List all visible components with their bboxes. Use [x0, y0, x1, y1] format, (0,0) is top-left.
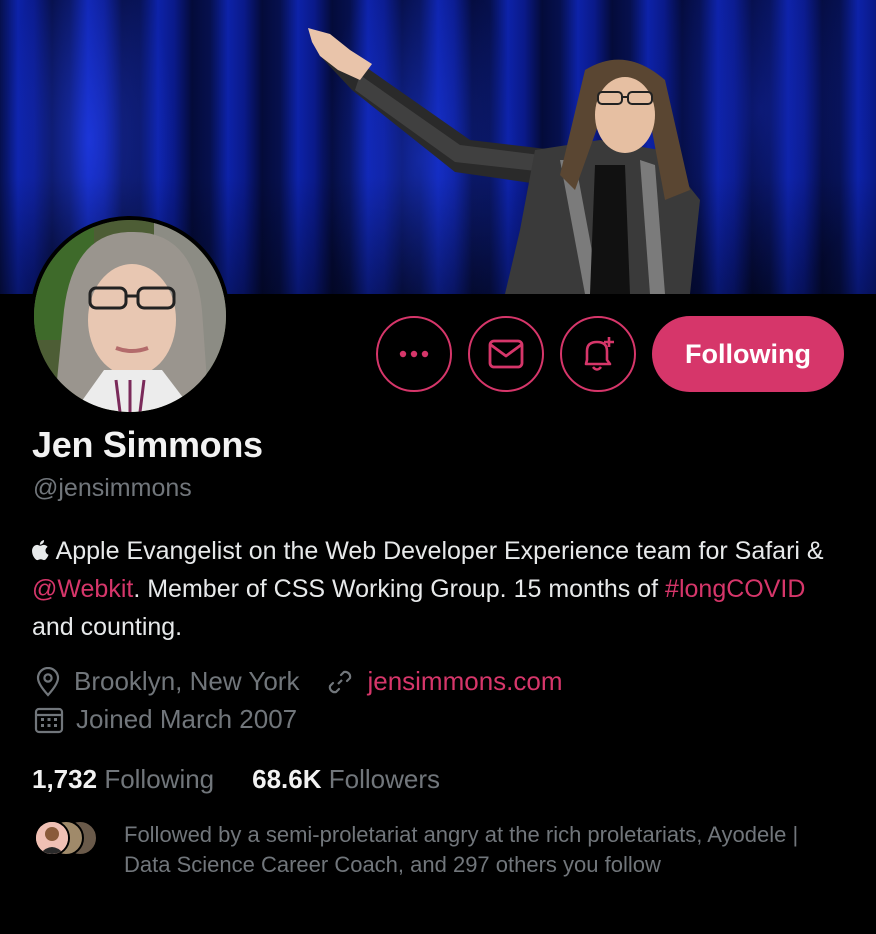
bio-text-1: Apple Evangelist on the Web Developer Ex… [50, 537, 824, 565]
following-count: 1,732 [32, 764, 98, 794]
apple-logo-icon [32, 540, 49, 561]
website-link[interactable]: jensimmons.com [367, 666, 562, 697]
more-button[interactable] [376, 316, 452, 392]
location-text: Brooklyn, New York [74, 666, 300, 696]
followers-label: Followers [328, 764, 441, 794]
profile-joined: Joined March 2007 [34, 704, 297, 735]
profile-handle: @jensimmons [33, 474, 192, 502]
followers-count-link[interactable]: 68.6K Followers [252, 764, 440, 795]
followed-by[interactable]: Followed by a semi-proletariat angry at … [34, 820, 824, 880]
followed-by-text: Followed by a semi-proletariat angry at … [124, 822, 799, 877]
bell-plus-icon [584, 337, 614, 371]
following-label: Following [104, 764, 215, 794]
location-pin-icon [36, 666, 60, 697]
profile-counts: 1,732 Following 68.6K Followers [32, 764, 478, 795]
message-button[interactable] [468, 316, 544, 392]
avatar-photo [34, 220, 226, 412]
followed-by-avatars [34, 820, 104, 856]
follower-avatar [34, 820, 70, 856]
calendar-icon [34, 707, 64, 733]
profile-actions [376, 316, 636, 392]
profile-meta-row: Brooklyn, New York jensimmons.com [34, 666, 563, 697]
following-count-link[interactable]: 1,732 Following [32, 764, 214, 795]
profile-website[interactable]: jensimmons.com [325, 666, 563, 697]
followers-count: 68.6K [252, 764, 322, 794]
following-button[interactable]: Following [652, 316, 844, 392]
notifications-button[interactable] [560, 316, 636, 392]
joined-text: Joined March 2007 [76, 704, 298, 734]
joined-item: Joined March 2007 [34, 704, 297, 735]
profile-avatar[interactable] [30, 216, 230, 416]
profile-name: Jen Simmons [32, 424, 263, 465]
more-icon [399, 350, 429, 358]
bio-hashtag-link[interactable]: #longCOVID [665, 575, 805, 603]
bio-text-3: and counting. [32, 613, 183, 641]
envelope-icon [488, 339, 524, 369]
bio-mention-link[interactable]: @Webkit [32, 575, 133, 603]
profile-location: Brooklyn, New York [34, 666, 299, 697]
link-icon [329, 670, 352, 693]
bio-text-2: . Member of CSS Working Group. 15 months… [133, 575, 666, 603]
profile-bio: Apple Evangelist on the Web Developer Ex… [32, 532, 852, 646]
